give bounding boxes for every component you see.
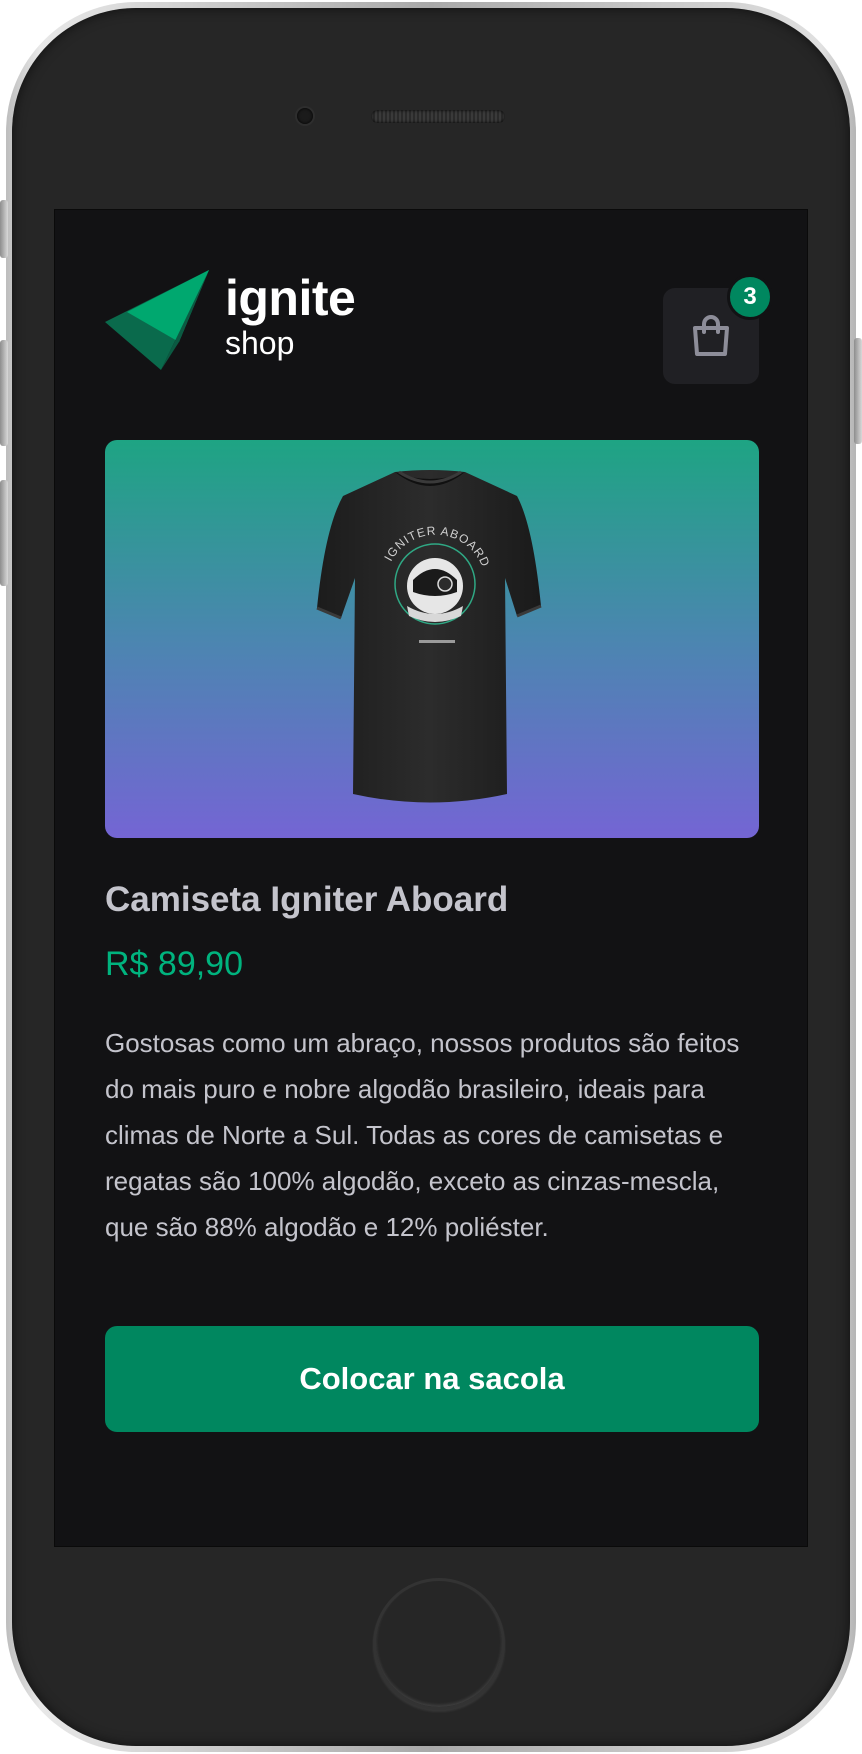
product-price: R$ 89,90 <box>105 945 243 983</box>
ignite-shop-logo[interactable]: ignite shop <box>105 270 356 372</box>
app-screen: ignite shop 3 IGNITER ABOARD Camiseta Ig… <box>54 209 808 1547</box>
front-camera <box>297 108 313 124</box>
earpiece-speaker <box>371 110 505 123</box>
home-button[interactable] <box>373 1578 505 1710</box>
app-header: ignite shop 3 <box>105 270 773 384</box>
volume-down-button <box>0 480 8 586</box>
product-title: Camiseta Igniter Aboard <box>105 880 509 919</box>
shopping-bag-icon <box>693 315 729 356</box>
product-image-container: IGNITER ABOARD <box>105 440 759 838</box>
logo-triangle-icon <box>105 270 209 370</box>
silent-switch <box>0 200 8 258</box>
product-description: Gostosas como um abraço, nossos produtos… <box>105 1028 740 1242</box>
volume-up-button <box>0 340 8 446</box>
power-button <box>854 338 862 444</box>
logo-text: ignite shop <box>225 270 356 361</box>
logo-title: ignite <box>225 270 356 326</box>
logo-subtitle: shop <box>225 325 295 361</box>
add-to-bag-button[interactable]: Colocar na sacola <box>105 1326 759 1432</box>
tshirt-image: IGNITER ABOARD <box>316 470 542 803</box>
cart-button[interactable]: 3 <box>663 274 773 384</box>
cart-count-badge: 3 <box>727 274 773 320</box>
